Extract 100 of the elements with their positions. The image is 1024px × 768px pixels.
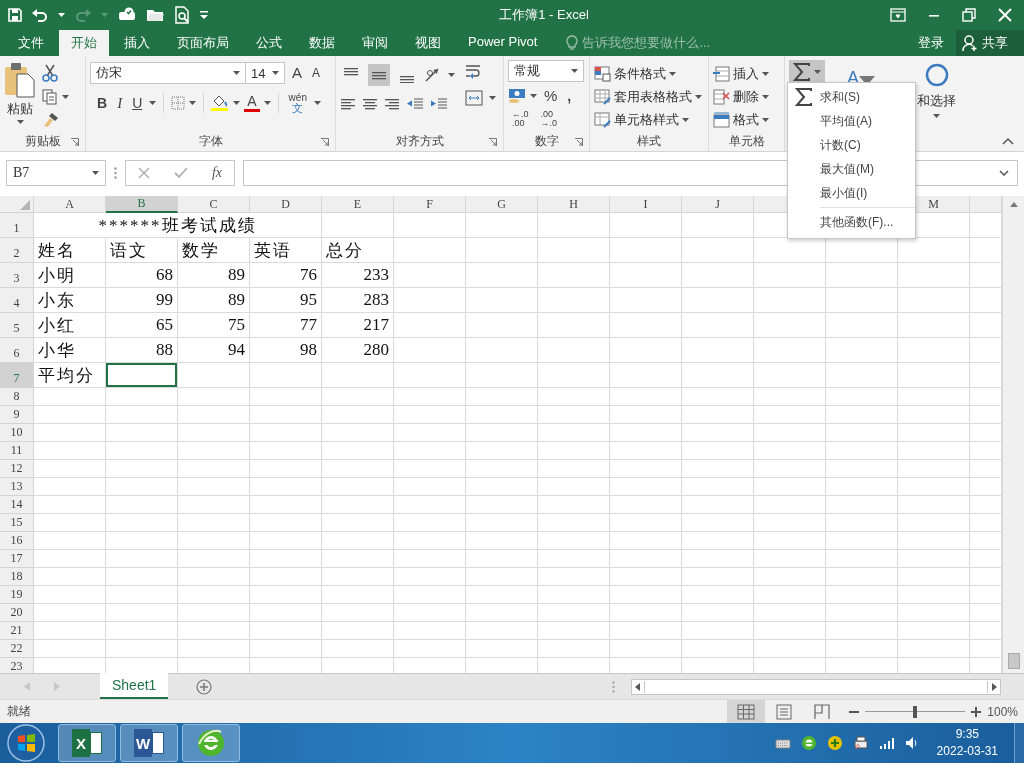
- empty-cell[interactable]: [538, 496, 610, 514]
- empty-cell[interactable]: [178, 363, 250, 388]
- empty-cell[interactable]: [394, 338, 466, 363]
- empty-cell[interactable]: [466, 496, 538, 514]
- table-cell[interactable]: 98: [250, 338, 322, 363]
- empty-cell[interactable]: [394, 622, 466, 640]
- empty-cell[interactable]: [466, 640, 538, 658]
- empty-cell[interactable]: [538, 622, 610, 640]
- empty-cell[interactable]: [610, 288, 682, 313]
- empty-cell[interactable]: [898, 604, 970, 622]
- menu-item[interactable]: 最大值(M): [788, 157, 915, 181]
- shrink-font-button[interactable]: A: [309, 63, 324, 83]
- empty-cell[interactable]: [754, 496, 826, 514]
- empty-cell[interactable]: [538, 313, 610, 338]
- empty-cell[interactable]: [754, 532, 826, 550]
- table-cell[interactable]: 英语: [250, 238, 322, 263]
- ribbon-tab[interactable]: 开始: [59, 30, 109, 56]
- table-cell[interactable]: 数学: [178, 238, 250, 263]
- previous-sheet-icon[interactable]: [24, 682, 30, 691]
- empty-cell[interactable]: [466, 586, 538, 604]
- comma-button[interactable]: ,: [564, 86, 575, 106]
- empty-cell[interactable]: [394, 478, 466, 496]
- slider-thumb[interactable]: [913, 705, 918, 718]
- empty-cell[interactable]: [322, 604, 394, 622]
- empty-cell[interactable]: [322, 213, 394, 238]
- empty-cell[interactable]: [322, 406, 394, 424]
- column-header[interactable]: C: [178, 196, 250, 213]
- empty-cell[interactable]: [754, 514, 826, 532]
- copy-icon[interactable]: [42, 89, 58, 105]
- bold-button[interactable]: B: [94, 92, 111, 113]
- empty-cell[interactable]: [106, 640, 178, 658]
- horizontal-scrollbar[interactable]: [631, 678, 1002, 695]
- empty-cell[interactable]: [610, 532, 682, 550]
- caret-icon[interactable]: [16, 120, 24, 124]
- empty-cell[interactable]: [250, 550, 322, 568]
- empty-cell[interactable]: [826, 622, 898, 640]
- empty-cell[interactable]: [538, 338, 610, 363]
- table-cell[interactable]: 88: [106, 338, 178, 363]
- empty-cell[interactable]: [394, 640, 466, 658]
- column-header[interactable]: G: [466, 196, 538, 213]
- empty-cell[interactable]: [754, 622, 826, 640]
- empty-cell[interactable]: [610, 460, 682, 478]
- empty-cell[interactable]: [898, 442, 970, 460]
- empty-cell[interactable]: [538, 363, 610, 388]
- empty-cell[interactable]: [826, 406, 898, 424]
- format-as-table-button[interactable]: 套用表格格式: [594, 87, 704, 106]
- ribbon-tab[interactable]: 审阅: [350, 30, 400, 56]
- empty-cell[interactable]: [826, 388, 898, 406]
- empty-cell[interactable]: [754, 338, 826, 363]
- ribbon-tab[interactable]: 文件: [6, 30, 56, 56]
- increase-decimal-button[interactable]: ←.0 .00: [508, 110, 533, 128]
- row-header[interactable]: 6: [0, 338, 34, 363]
- caret-icon[interactable]: [530, 94, 537, 98]
- empty-cell[interactable]: [250, 424, 322, 442]
- font-color-button[interactable]: A: [244, 93, 260, 112]
- menu-item[interactable]: 求和(S): [788, 85, 915, 109]
- empty-cell[interactable]: [538, 568, 610, 586]
- expand-icon[interactable]: [999, 170, 1009, 176]
- select-all-icon[interactable]: [20, 200, 30, 210]
- empty-cell[interactable]: [394, 288, 466, 313]
- empty-cell[interactable]: [250, 532, 322, 550]
- empty-cell[interactable]: [178, 388, 250, 406]
- empty-cell[interactable]: [322, 496, 394, 514]
- sigma-icon[interactable]: [793, 63, 811, 81]
- restore-icon[interactable]: [962, 8, 976, 22]
- grow-font-button[interactable]: A: [289, 63, 305, 83]
- font-size-field[interactable]: 14: [245, 62, 285, 84]
- empty-cell[interactable]: [754, 640, 826, 658]
- empty-cell[interactable]: [322, 640, 394, 658]
- dialog-launcher-icon[interactable]: [575, 138, 583, 146]
- empty-cell[interactable]: [394, 550, 466, 568]
- empty-cell[interactable]: [898, 550, 970, 568]
- name-box-field[interactable]: B7: [6, 160, 106, 186]
- empty-cell[interactable]: [826, 586, 898, 604]
- delete-button[interactable]: 删除: [713, 87, 780, 106]
- empty-cell[interactable]: [394, 238, 466, 263]
- table-cell[interactable]: 75: [178, 313, 250, 338]
- caret-icon[interactable]: [62, 95, 69, 99]
- empty-cell[interactable]: [538, 532, 610, 550]
- device-check-icon[interactable]: [118, 7, 136, 23]
- caret-icon[interactable]: [313, 100, 321, 105]
- empty-cell[interactable]: [898, 460, 970, 478]
- empty-cell[interactable]: [322, 586, 394, 604]
- empty-cell[interactable]: [178, 442, 250, 460]
- empty-cell[interactable]: [898, 388, 970, 406]
- row-header[interactable]: 9: [0, 406, 34, 424]
- empty-cell[interactable]: [898, 313, 970, 338]
- percent-button[interactable]: %: [541, 86, 561, 106]
- empty-cell[interactable]: [898, 496, 970, 514]
- empty-cell[interactable]: [610, 213, 682, 238]
- empty-cell[interactable]: [898, 338, 970, 363]
- empty-cell[interactable]: [538, 388, 610, 406]
- empty-cell[interactable]: [106, 496, 178, 514]
- table-grid-icon[interactable]: [713, 65, 730, 82]
- empty-cell[interactable]: [178, 460, 250, 478]
- empty-cell[interactable]: [250, 388, 322, 406]
- empty-cell[interactable]: [394, 532, 466, 550]
- empty-cell[interactable]: [394, 460, 466, 478]
- empty-cell[interactable]: [538, 288, 610, 313]
- caret-icon[interactable]: [933, 114, 940, 118]
